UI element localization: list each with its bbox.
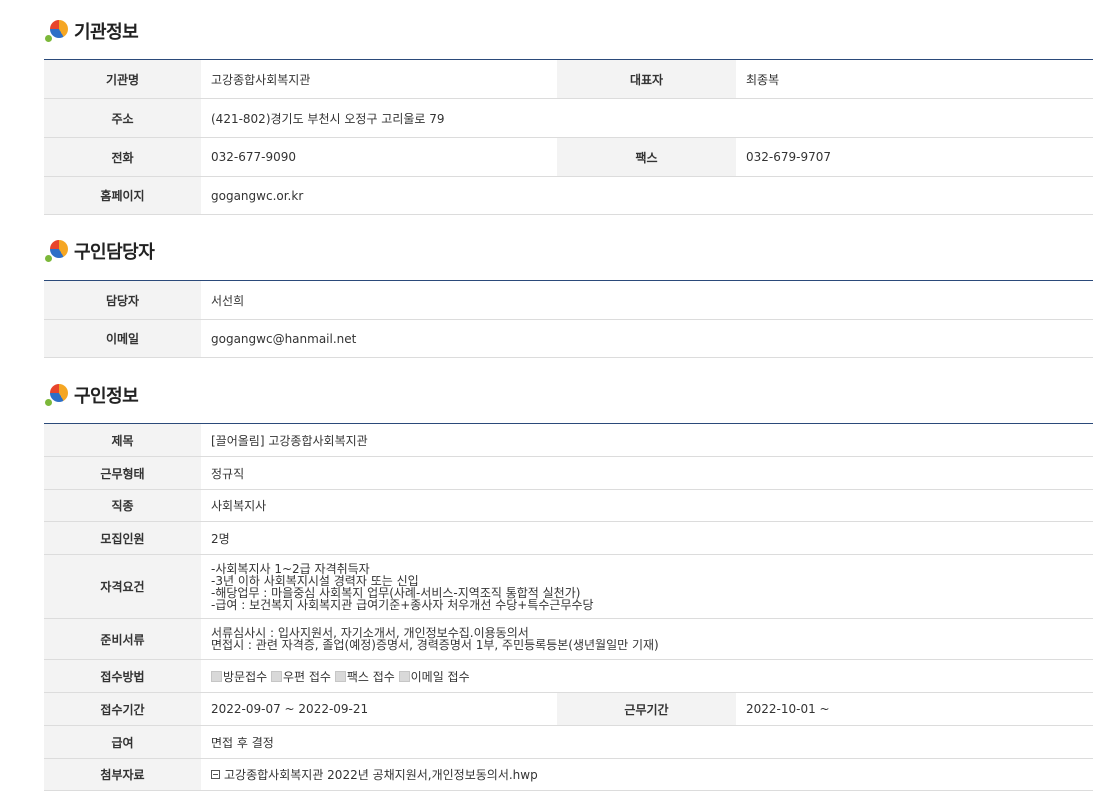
page: 기관정보 기관명 고강종합사회복지관 대표자 최종복 주소 (421-802)경… [0,0,1106,791]
job-title-label: 제목 [44,423,201,457]
job-count-value: 2명 [201,521,1094,555]
job-workperiod-label: 근무기간 [557,692,736,726]
contact-email-value: gogangwc@hanmail.net [201,319,1093,358]
table-row: 담당자 서선희 [44,280,1093,320]
table-row: 근무형태 정규직 [44,456,1094,490]
checkbox-icon [211,670,222,682]
org-fax-value: 032-679-9707 [736,137,1093,177]
table-row: 준비서류 서류심사시 : 입사지원서, 자기소개서, 개인정보수집.이용동의서 … [44,618,1094,660]
method-fax: 팩스 접수 [334,669,395,684]
table-row: 모집인원 2명 [44,521,1094,555]
req-line: -해당업무 : 마을중심 사회복지 업무(사례-서비스-지역조직 통합적 실천가… [211,585,581,600]
section-title-text: 구인담당자 [74,242,155,263]
job-kind-value: 사회복지사 [201,489,1094,522]
org-addr-value: (421-802)경기도 부천시 오정구 고리울로 79 [201,98,1093,138]
org-name-value: 고강종합사회복지관 [201,59,557,99]
org-rep-label: 대표자 [557,59,736,99]
method-label: 이메일 접수 [410,669,470,684]
table-row: 기관명 고강종합사회복지관 대표자 최종복 [44,59,1093,99]
contact-email-label: 이메일 [44,319,201,358]
job-title-value: [끌어올림] 고강종합사회복지관 [201,423,1094,457]
job-period-label: 접수기간 [44,692,201,726]
table-row: 제목 [끌어올림] 고강종합사회복지관 [44,423,1094,457]
docs-line: 면접시 : 관련 자격증, 졸업(예정)증명서, 경력증명서 1부, 주민등록등… [211,638,659,652]
table-row: 주소 (421-802)경기도 부천시 오정구 고리울로 79 [44,98,1093,138]
table-row: 접수방법 방문접수 우편 접수 팩스 접수 이메일 접수 [44,659,1094,693]
org-tel-label: 전화 [44,137,201,177]
table-row: 이메일 gogangwc@hanmail.net [44,319,1093,358]
table-row: 홈페이지 gogangwc.or.kr [44,176,1093,215]
job-method-label: 접수방법 [44,659,201,693]
file-icon [211,770,220,779]
table-row: 첨부자료 고강종합사회복지관 2022년 공채지원서,개인정보동의서.hwp [44,758,1094,791]
job-type-value: 정규직 [201,456,1094,490]
org-rep-value: 최종복 [736,59,1093,99]
section-title-job: 구인정보 [44,382,139,408]
contact-table: 담당자 서선희 이메일 gogangwc@hanmail.net [44,280,1093,358]
req-line: -3년 이하 사회복지시설 경력자 또는 신입 [211,573,419,588]
org-tel-value: 032-677-9090 [201,137,557,177]
job-req-label: 자격요건 [44,554,201,619]
section-title-org: 기관정보 [44,18,139,44]
job-count-label: 모집인원 [44,521,201,555]
table-row: 자격요건 -사회복지사 1~2급 자격취득자 -3년 이하 사회복지시설 경력자… [44,554,1094,619]
table-row: 접수기간 2022-09-07 ~ 2022-09-21 근무기간 2022-1… [44,692,1094,726]
org-name-label: 기관명 [44,59,201,99]
section-logo-icon [44,238,70,264]
job-pay-label: 급여 [44,725,201,759]
attachment-link[interactable]: 고강종합사회복지관 2022년 공채지원서,개인정보동의서.hwp [224,768,538,782]
table-row: 전화 032-677-9090 팩스 032-679-9707 [44,137,1093,177]
section-logo-icon [44,382,70,408]
method-label: 팩스 접수 [346,669,395,684]
job-info-table: 제목 [끌어올림] 고강종합사회복지관 근무형태 정규직 직종 사회복지사 모집… [44,423,1094,791]
method-label: 우편 접수 [283,669,331,684]
section-logo-icon [44,18,70,44]
job-docs-label: 준비서류 [44,618,201,660]
contact-person-value: 서선희 [201,280,1093,320]
table-row: 직종 사회복지사 [44,489,1094,522]
method-post: 우편 접수 [271,670,331,684]
method-visit: 방문접수 [211,670,267,684]
org-home-link[interactable]: gogangwc.or.kr [201,176,1093,215]
checkbox-icon [398,670,410,682]
job-req-value: -사회복지사 1~2급 자격취득자 -3년 이하 사회복지시설 경력자 또는 신… [201,554,1094,619]
req-line: -급여 : 보건복지 사회복지관 급여기준+종사자 처우개선 수당+특수근무수당 [211,597,594,612]
req-line: -사회복지사 1~2급 자격취득자 [211,561,370,576]
section-title-contact: 구인담당자 [44,238,155,264]
checkbox-icon [271,670,282,682]
job-pay-value: 면접 후 결정 [201,725,1094,759]
job-kind-label: 직종 [44,489,201,522]
org-fax-label: 팩스 [557,137,736,177]
job-docs-value: 서류심사시 : 입사지원서, 자기소개서, 개인정보수집.이용동의서 면접시 :… [201,618,1094,660]
method-email: 이메일 접수 [398,669,470,684]
org-addr-label: 주소 [44,98,201,138]
job-period-value: 2022-09-07 ~ 2022-09-21 [201,692,557,726]
org-home-label: 홈페이지 [44,176,201,215]
job-attach-value: 고강종합사회복지관 2022년 공채지원서,개인정보동의서.hwp [201,758,1094,791]
table-row: 급여 면접 후 결정 [44,725,1094,759]
job-workperiod-value: 2022-10-01 ~ [736,692,1094,726]
section-title-text: 구인정보 [74,386,139,407]
job-method-value: 방문접수 우편 접수 팩스 접수 이메일 접수 [201,659,1094,693]
method-label: 방문접수 [223,669,268,684]
section-title-text: 기관정보 [74,22,139,43]
job-type-label: 근무형태 [44,456,201,490]
job-attach-label: 첨부자료 [44,758,201,791]
contact-person-label: 담당자 [44,280,201,320]
org-info-table: 기관명 고강종합사회복지관 대표자 최종복 주소 (421-802)경기도 부천… [44,59,1093,215]
checkbox-icon [334,670,346,682]
